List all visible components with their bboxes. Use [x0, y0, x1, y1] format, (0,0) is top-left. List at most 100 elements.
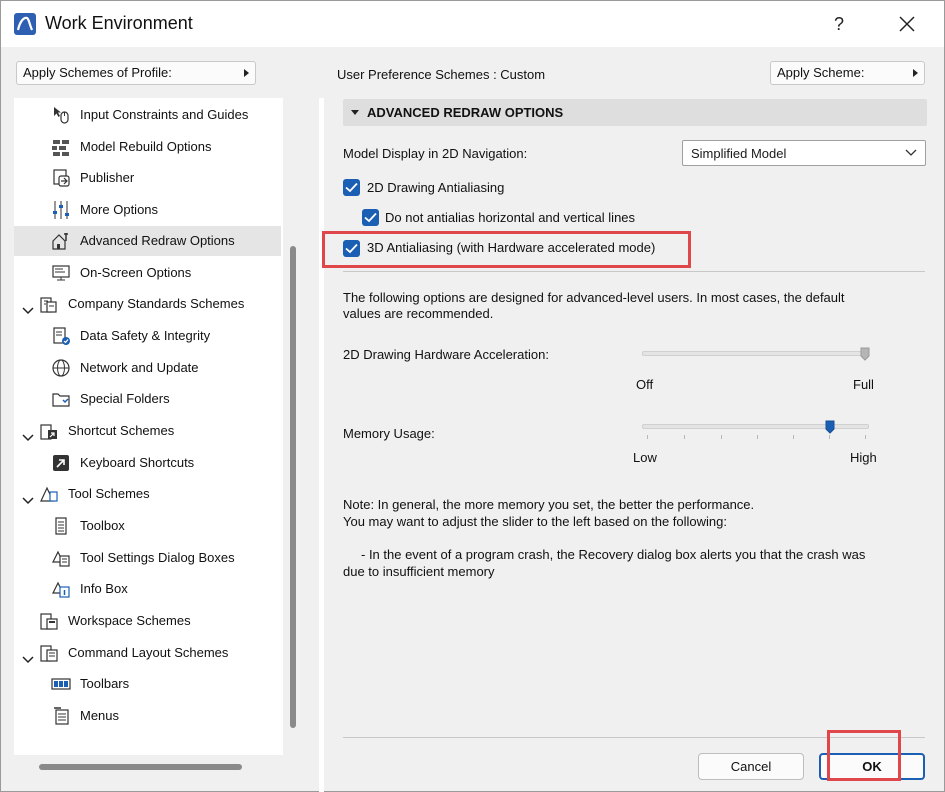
tree-item-label: Command Layout Schemes: [68, 645, 229, 660]
document-shield-icon: [51, 326, 71, 346]
antialias-3d-label: 3D Antialiasing (with Hardware accelerat…: [367, 240, 656, 255]
slider-tick: [684, 435, 685, 439]
chevron-down-icon[interactable]: [22, 425, 34, 442]
tree-item-label: Company Standards Schemes: [68, 296, 245, 311]
model-display-value: Simplified Model: [691, 146, 787, 161]
info-text-line1: The following options are designed for a…: [343, 290, 845, 305]
info-text-line2: values are recommended.: [343, 306, 494, 321]
tree-item-info-box[interactable]: Info Box: [14, 574, 283, 604]
tree-item-advanced-redraw[interactable]: Advanced Redraw Options: [14, 226, 281, 256]
memory-high-label: High: [850, 450, 877, 465]
house-wrench-icon: [51, 231, 71, 251]
note-line4: due to insufficient memory: [343, 564, 495, 579]
tree-item-input-constraints[interactable]: Input Constraints and Guides: [14, 100, 283, 130]
memory-low-label: Low: [633, 450, 657, 465]
tree-item-keyboard-shortcuts[interactable]: Keyboard Shortcuts: [14, 448, 283, 478]
divider: [343, 271, 925, 272]
tree-item-label: Toolbox: [80, 518, 125, 533]
settings-tree: Input Constraints and Guides Model Rebui…: [14, 98, 283, 755]
tree-item-label: Keyboard Shortcuts: [80, 455, 195, 470]
chevron-down-icon[interactable]: [22, 488, 34, 505]
slider-tick: [721, 435, 722, 439]
panel-divider: [319, 98, 324, 792]
apply-schemes-of-profile-label: Apply Schemes of Profile:: [23, 65, 172, 80]
tree-vertical-scrollbar[interactable]: [290, 246, 296, 728]
tree-item-command-layout[interactable]: Command Layout Schemes: [14, 638, 283, 668]
tree-item-label: Network and Update: [80, 360, 199, 375]
tree-item-label: Model Rebuild Options: [80, 139, 212, 154]
tree-item-tool-settings[interactable]: Tool Settings Dialog Boxes: [14, 543, 283, 573]
hw-accel-slider-thumb[interactable]: [860, 347, 870, 364]
tree-item-label: Info Box: [80, 581, 128, 596]
tree-item-label: Data Safety & Integrity: [80, 328, 211, 343]
advanced-redraw-section-header[interactable]: ADVANCED REDRAW OPTIONS: [343, 99, 927, 126]
slider-tick: [793, 435, 794, 439]
apply-schemes-of-profile-button[interactable]: Apply Schemes of Profile:: [16, 61, 256, 85]
title-bar: Work Environment ?: [1, 1, 944, 47]
slider-tick: [757, 435, 758, 439]
tree-item-toolbars[interactable]: Toolbars: [14, 669, 283, 699]
hw-accel-slider-track[interactable]: [642, 351, 869, 356]
tree-item-label: Tool Schemes: [68, 486, 150, 501]
help-button[interactable]: ?: [819, 7, 859, 41]
tree-item-network-update[interactable]: Network and Update: [14, 353, 283, 383]
antialias-2d-checkbox[interactable]: [343, 179, 360, 196]
section-title: ADVANCED REDRAW OPTIONS: [367, 105, 564, 120]
work-environment-dialog: Work Environment ? Apply Schemes of Prof…: [0, 0, 945, 792]
model-display-select[interactable]: Simplified Model: [682, 140, 926, 166]
checkmark-icon: [364, 212, 377, 223]
tree-item-on-screen[interactable]: On-Screen Options: [14, 258, 283, 288]
chevron-right-icon: [913, 69, 918, 77]
tree-item-shortcut-schemes[interactable]: Shortcut Schemes: [14, 416, 283, 446]
chevron-down-icon: [905, 149, 917, 156]
apply-scheme-label: Apply Scheme:: [777, 65, 865, 80]
chevron-down-icon[interactable]: [22, 298, 34, 315]
tree-item-label: On-Screen Options: [80, 265, 192, 280]
tree-item-workspace-schemes[interactable]: Workspace Schemes: [14, 606, 283, 636]
info-box-icon: [51, 579, 71, 599]
memory-slider-thumb[interactable]: [825, 420, 835, 437]
antialias-2d-label: 2D Drawing Antialiasing: [367, 180, 505, 195]
close-icon: [899, 16, 915, 32]
note-line3: - In the event of a program crash, the R…: [361, 547, 866, 562]
checkmark-icon: [345, 182, 358, 193]
collapse-triangle-icon: [351, 110, 359, 115]
note-line2: You may want to adjust the slider to the…: [343, 514, 727, 529]
toolbox-icon: [51, 516, 71, 536]
tree-item-label: Workspace Schemes: [68, 613, 191, 628]
tree-item-model-rebuild[interactable]: Model Rebuild Options: [14, 132, 283, 162]
close-button[interactable]: [885, 7, 929, 41]
tree-item-publisher[interactable]: Publisher: [14, 163, 283, 193]
no-antialias-hv-checkbox[interactable]: [362, 209, 379, 226]
chevron-down-icon[interactable]: [22, 647, 34, 664]
tree-item-tool-schemes[interactable]: Tool Schemes: [14, 479, 283, 509]
tree-item-company-standards[interactable]: Company Standards Schemes: [14, 289, 283, 319]
memory-usage-label: Memory Usage:: [343, 426, 435, 441]
tree-item-menus[interactable]: Menus: [14, 701, 283, 731]
hw-accel-full-label: Full: [853, 377, 874, 392]
globe-icon: [51, 358, 71, 378]
building-icon: [39, 294, 59, 314]
tree-item-label: Publisher: [80, 170, 135, 185]
tree-item-label: Toolbars: [80, 676, 130, 691]
tree-item-label: Tool Settings Dialog Boxes: [80, 550, 235, 565]
checkmark-icon: [345, 243, 358, 254]
tree-item-more-options[interactable]: More Options: [14, 195, 283, 225]
tree-item-toolbox[interactable]: Toolbox: [14, 511, 283, 541]
apply-scheme-button[interactable]: Apply Scheme:: [770, 61, 925, 85]
shortcut-arrow-icon: [51, 453, 71, 473]
menu-icon: [51, 706, 71, 726]
tree-item-special-folders[interactable]: Special Folders: [14, 384, 283, 414]
slider-tick: [865, 435, 866, 439]
highlight-box-ok: [827, 730, 901, 781]
workspace-icon: [39, 611, 59, 631]
monitor-icon: [51, 263, 71, 283]
tools-icon: [39, 484, 59, 504]
tree-horizontal-scrollbar[interactable]: [39, 764, 242, 770]
cancel-button[interactable]: Cancel: [698, 753, 804, 780]
tree-item-data-safety[interactable]: Data Safety & Integrity: [14, 321, 283, 351]
antialias-3d-checkbox[interactable]: [343, 240, 360, 257]
folder-icon: [51, 389, 71, 409]
no-antialias-hv-label: Do not antialias horizontal and vertical…: [385, 210, 636, 225]
tree-item-label: Advanced Redraw Options: [80, 233, 235, 248]
